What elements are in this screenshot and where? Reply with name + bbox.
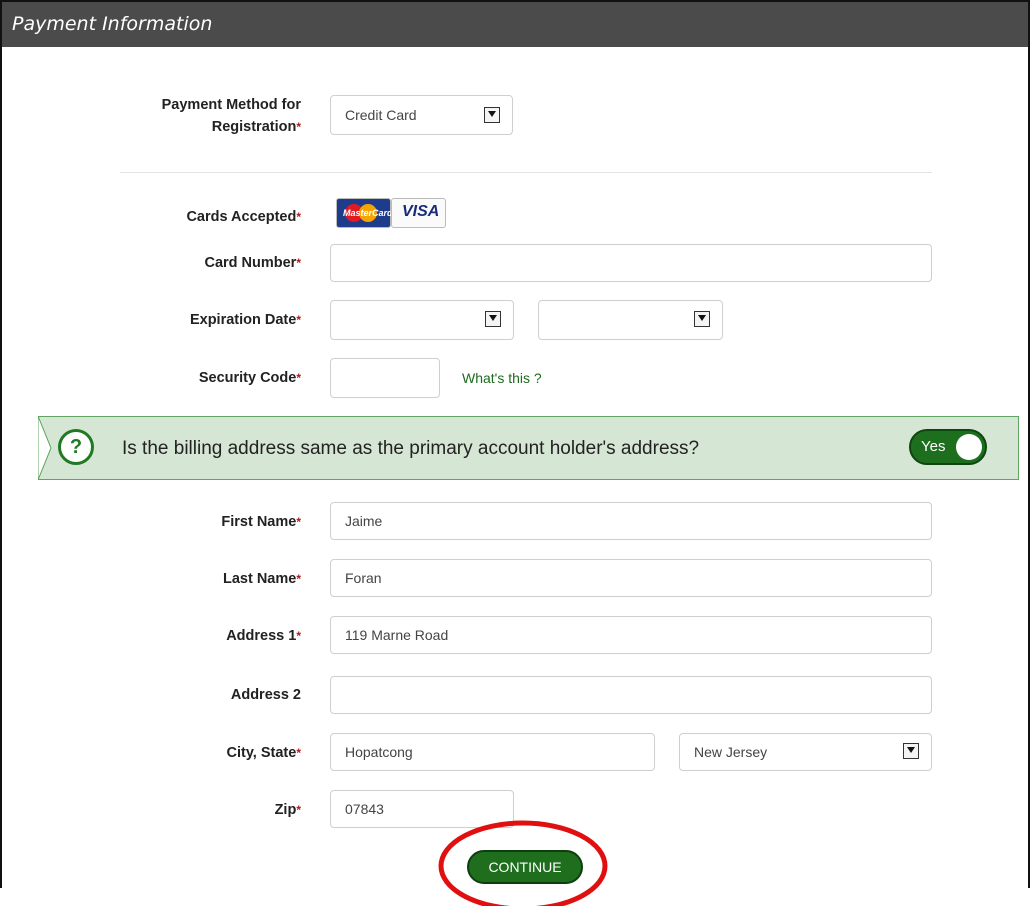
- chevron-down-icon: [485, 311, 501, 327]
- toggle-knob: [956, 434, 982, 460]
- payment-method-label: Payment Method for Registration*: [161, 97, 301, 135]
- billing-question-text: Is the billing address same as the prima…: [122, 438, 700, 459]
- payment-method-select[interactable]: Credit Card: [330, 95, 513, 135]
- first-name-input[interactable]: Jaime: [330, 502, 932, 540]
- zip-label: Zip*: [274, 802, 301, 818]
- first-name-label: First Name*: [221, 514, 301, 530]
- address2-input[interactable]: [330, 676, 932, 714]
- chevron-down-icon: [484, 107, 500, 123]
- zip-input[interactable]: 07843: [330, 790, 514, 828]
- banner-notch: [38, 416, 52, 480]
- address2-label: Address 2: [230, 687, 301, 703]
- last-name-label: Last Name*: [222, 571, 301, 587]
- last-name-input[interactable]: Foran: [330, 559, 932, 597]
- city-state-label: City, State*: [226, 745, 301, 761]
- payment-form-panel: Payment Information Payment Method for R…: [0, 0, 1030, 888]
- address1-label: Address 1*: [226, 628, 301, 644]
- chevron-down-icon: [694, 311, 710, 327]
- continue-button[interactable]: CONTINUE: [467, 850, 583, 884]
- panel-header: Payment Information: [2, 2, 1028, 47]
- security-code-input[interactable]: [330, 358, 440, 398]
- visa-logo: VISA: [391, 198, 446, 228]
- question-circle-icon: ?: [58, 429, 94, 465]
- city-input[interactable]: Hopatcong: [330, 733, 655, 771]
- whats-this-link[interactable]: What's this ?: [462, 370, 542, 386]
- address1-input[interactable]: 119 Marne Road: [330, 616, 932, 654]
- security-code-label: Security Code*: [198, 370, 301, 386]
- expiration-year-select[interactable]: [538, 300, 723, 340]
- card-number-input[interactable]: [330, 244, 932, 282]
- state-select[interactable]: New Jersey: [679, 733, 932, 771]
- expiration-month-select[interactable]: [330, 300, 514, 340]
- mastercard-logo: MasterCard: [336, 198, 393, 228]
- section-divider: [120, 172, 932, 173]
- billing-same-toggle[interactable]: Yes: [909, 429, 987, 465]
- expiration-date-label: Expiration Date*: [189, 312, 301, 328]
- cards-accepted-label: Cards Accepted*: [186, 209, 301, 225]
- chevron-down-icon: [903, 743, 919, 759]
- panel-title: Payment Information: [12, 13, 213, 35]
- card-number-label: Card Number*: [204, 255, 301, 271]
